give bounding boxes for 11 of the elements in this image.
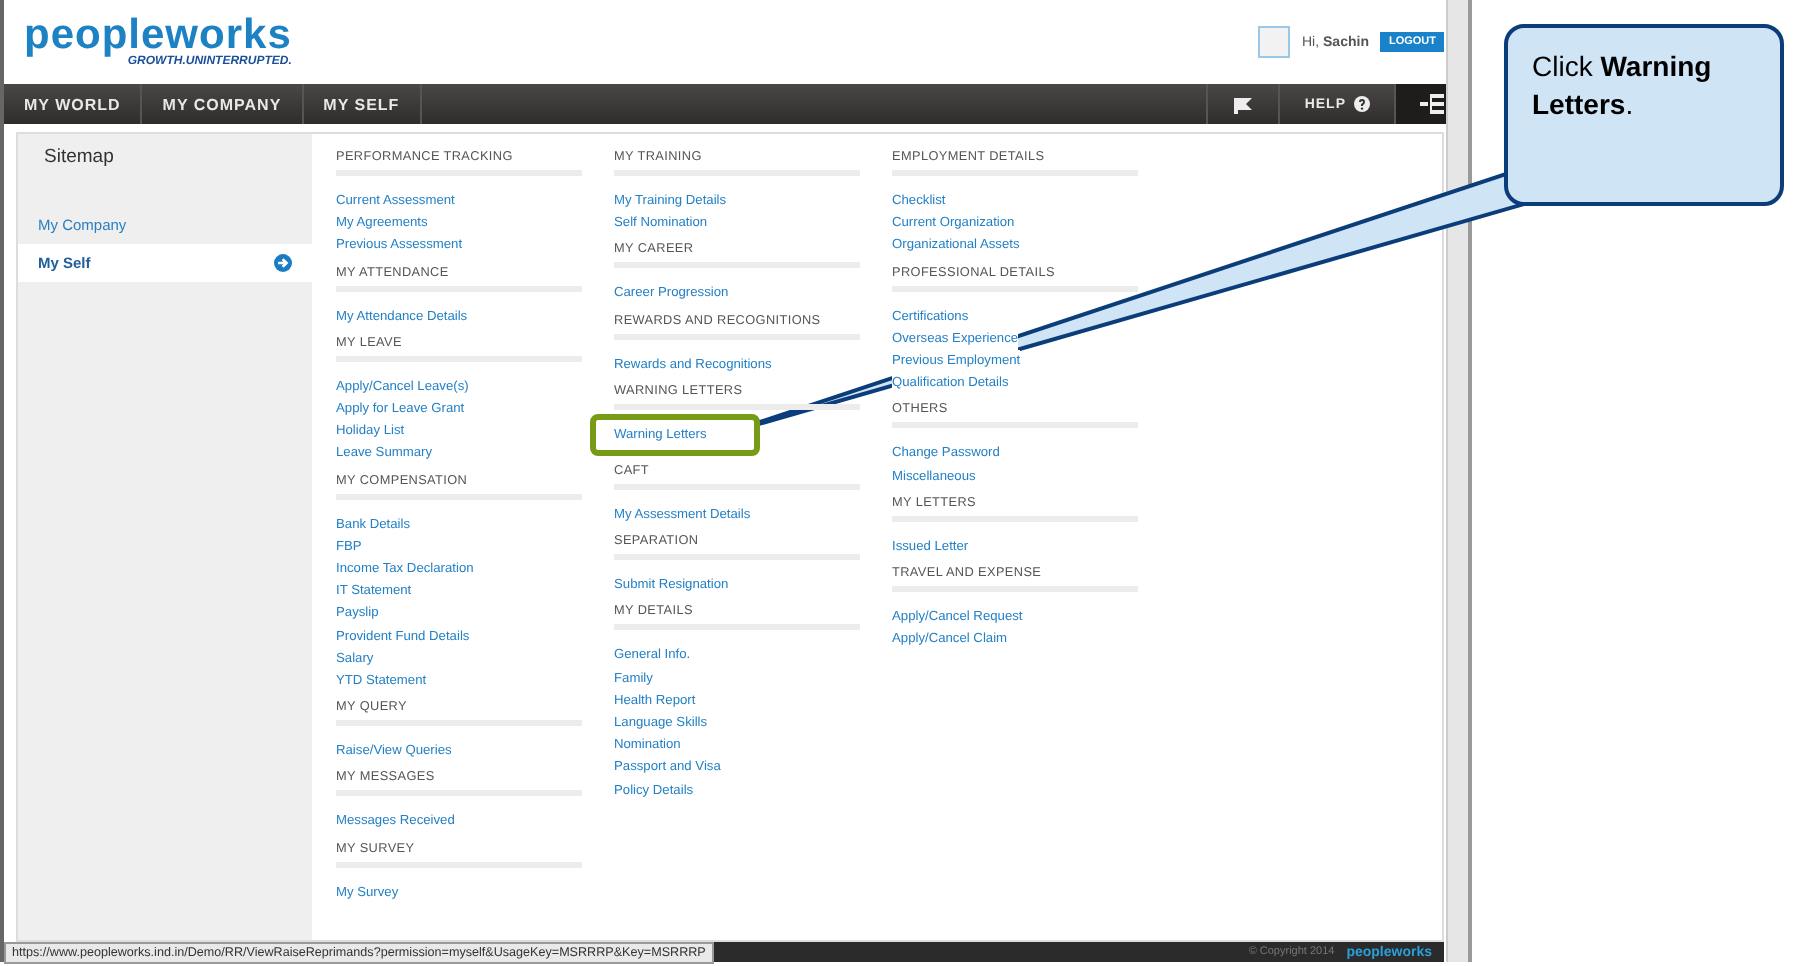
avatar-icon [1258,26,1290,58]
nav-item[interactable]: MY COMPANY [142,84,304,124]
scrollbar[interactable] [1446,0,1468,962]
sidebar-title: Sitemap [44,146,114,168]
arrow-icon [274,254,292,272]
nav-item[interactable]: MY WORLD [4,84,143,124]
nav-item[interactable]: MY SELF [303,84,422,124]
flag-icon[interactable] [1232,95,1255,113]
callout: Click Warning Letters. [1504,24,1784,206]
sitemap-icon[interactable] [1420,94,1444,114]
help-icon [1354,96,1370,112]
